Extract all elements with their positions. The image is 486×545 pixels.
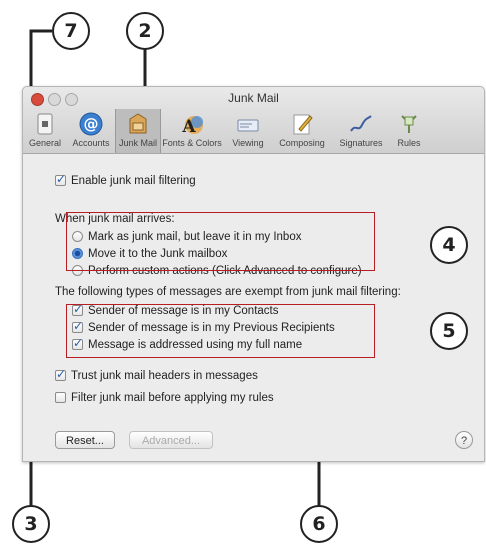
toolbar-label-viewing: Viewing xyxy=(232,138,264,148)
general-icon xyxy=(37,113,53,135)
toolbar-label-signatures: Signatures xyxy=(339,138,383,148)
viewing-icon xyxy=(237,119,259,132)
accounts-icon: @ xyxy=(79,112,103,136)
toolbar-label-fonts-colors: Fonts & Colors xyxy=(162,138,222,148)
checkbox-control[interactable] xyxy=(55,367,66,381)
exempt-label: The following types of messages are exem… xyxy=(55,286,401,298)
toolbar-item-viewing[interactable]: Viewing xyxy=(223,109,273,153)
signatures-icon xyxy=(350,115,372,132)
junk-mail-preferences-window: Junk Mail General @ Accounts Junk Mail A… xyxy=(22,86,485,462)
toolbar-label-rules: Rules xyxy=(397,138,421,148)
filter-before-rules-checkbox[interactable]: Filter junk mail before applying my rule… xyxy=(55,392,274,404)
toolbar-label-accounts: Accounts xyxy=(72,138,110,148)
enable-junk-filter-label: Enable junk mail filtering xyxy=(71,175,196,187)
callout-2: 2 xyxy=(126,12,164,50)
callout-5: 5 xyxy=(430,312,468,350)
toolbar-item-accounts[interactable]: @ Accounts xyxy=(67,109,115,153)
trust-headers-checkbox[interactable]: Trust junk mail headers in messages xyxy=(55,367,258,382)
enable-junk-filter-checkbox[interactable]: Enable junk mail filtering xyxy=(55,172,196,187)
help-button[interactable]: ? xyxy=(455,431,473,449)
toolbar-item-signatures[interactable]: Signatures xyxy=(331,109,391,153)
callout-6: 6 xyxy=(300,505,338,543)
callout-7: 7 xyxy=(52,12,90,50)
toolbar-item-composing[interactable]: Composing xyxy=(273,109,331,153)
toolbar-item-fonts-colors[interactable]: A Fonts & Colors xyxy=(161,109,223,153)
toolbar-item-general[interactable]: General xyxy=(23,109,67,153)
checkbox-control[interactable] xyxy=(55,172,66,186)
callout-box-junk-actions xyxy=(66,212,375,271)
composing-icon xyxy=(293,114,313,135)
toolbar-item-rules[interactable]: Rules xyxy=(391,109,427,153)
toolbar-label-composing: Composing xyxy=(279,138,325,148)
filter-before-rules-label: Filter junk mail before applying my rule… xyxy=(71,392,274,404)
svg-text:A: A xyxy=(181,117,196,137)
svg-text:@: @ xyxy=(84,115,99,133)
callout-3: 3 xyxy=(12,505,50,543)
advanced-button[interactable]: Advanced... xyxy=(129,431,213,449)
callout-box-exempt-types xyxy=(66,304,375,358)
toolbar-label-general: General xyxy=(28,138,62,148)
callout-4: 4 xyxy=(430,226,468,264)
fonts-colors-icon: A xyxy=(181,116,203,137)
checkbox-control[interactable] xyxy=(55,392,66,403)
toolbar-item-junk-mail[interactable]: Junk Mail xyxy=(115,109,161,153)
junk-mail-icon xyxy=(129,113,147,134)
toolbar-label-junk-mail: Junk Mail xyxy=(118,138,157,148)
title-bar: Junk Mail General @ Accounts Junk Mail A… xyxy=(23,87,484,154)
window-title: Junk Mail xyxy=(228,91,279,105)
reset-button[interactable]: Reset... xyxy=(55,431,115,449)
rules-icon xyxy=(401,115,417,133)
trust-headers-label: Trust junk mail headers in messages xyxy=(71,370,258,382)
